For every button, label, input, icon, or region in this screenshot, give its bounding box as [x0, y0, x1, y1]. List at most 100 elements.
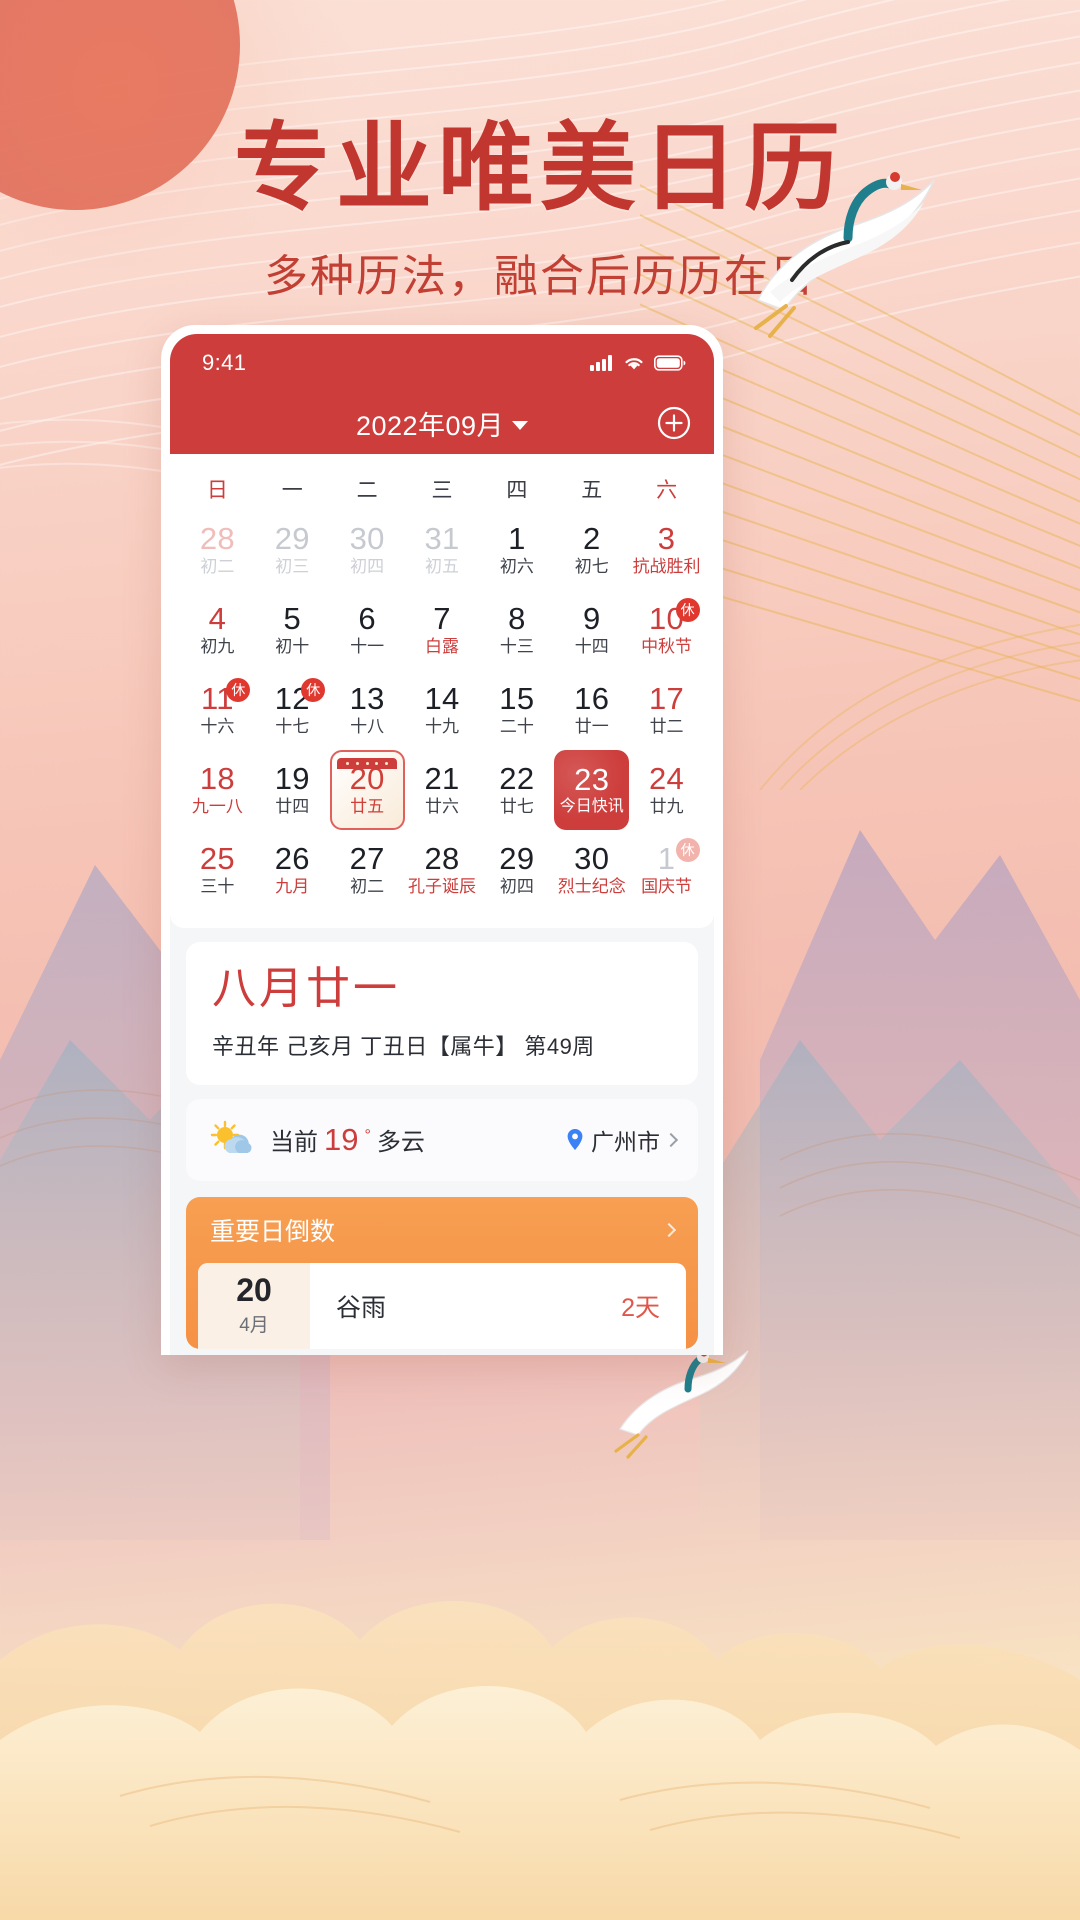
- calendar-day-cell[interactable]: 休 1 国庆节: [629, 830, 704, 910]
- calendar-day-cell[interactable]: 休 12 十七: [255, 670, 330, 750]
- wifi-icon: [625, 358, 643, 370]
- day-lunar-label: 廿七: [499, 796, 534, 816]
- lunar-date-title: 八月廿一: [212, 964, 400, 1013]
- day-lunar-label: 廿五: [350, 796, 385, 816]
- chevron-right-icon: [661, 1222, 677, 1237]
- calendar-day-cell[interactable]: 31 初五: [405, 510, 480, 590]
- calendar-day-cell[interactable]: 22 廿七: [479, 750, 554, 830]
- calendar-day-cell[interactable]: 5 初十: [255, 590, 330, 670]
- lunar-info-card[interactable]: 八月廿一 辛丑年 己亥月 丁丑日【属牛】 第49周: [186, 942, 698, 1085]
- calendar-day-cell[interactable]: 25 三十: [180, 830, 255, 910]
- rest-day-badge: 休: [675, 598, 700, 622]
- day-number: 27: [349, 841, 385, 877]
- weather-card[interactable]: 当前 19 ° 多云 广州市: [186, 1098, 698, 1181]
- month-selector[interactable]: 2022年09月: [356, 404, 529, 443]
- calendar-day-cell[interactable]: 14 十九: [405, 670, 480, 750]
- plus-circle-icon[interactable]: [656, 405, 692, 441]
- calendar-day-cell[interactable]: 3 抗战胜利: [629, 510, 704, 590]
- day-lunar-label: 孔子诞辰: [407, 876, 476, 896]
- weather-location[interactable]: 广州市: [565, 1123, 679, 1157]
- calendar-day-cell[interactable]: 7 白露: [405, 590, 480, 670]
- weather-temp: 19: [324, 1121, 359, 1157]
- calendar-day-cell[interactable]: 休 11 十六: [180, 670, 255, 750]
- calendar-day-cell[interactable]: 2 初七: [554, 510, 629, 590]
- calendar-day-cell[interactable]: 27 初二: [330, 830, 405, 910]
- day-lunar-label: 抗战胜利: [632, 556, 701, 576]
- day-lunar-label: 十六: [200, 716, 235, 736]
- day-number: 29: [274, 521, 310, 557]
- weather-degree: °: [364, 1126, 371, 1144]
- day-number: 16: [574, 681, 610, 717]
- calendar-day-cell[interactable]: 休 10 中秋节: [629, 590, 704, 670]
- calendar-day-cell[interactable]: 26 九月: [255, 830, 330, 910]
- day-number: 30: [574, 841, 610, 877]
- calendar-week-row: 休 11 十六休 12 十七 13 十八 14 十九 15 二十 16 廿一 17 廿二: [170, 670, 714, 750]
- day-number: 5: [283, 601, 302, 637]
- sun-cloud-icon: [210, 1120, 252, 1153]
- chevron-down-icon: [512, 420, 529, 430]
- day-lunar-label: 廿一: [574, 716, 609, 736]
- day-lunar-label: 烈士纪念: [557, 876, 626, 896]
- day-lunar-label: 白露: [424, 636, 459, 656]
- calendar-day-cell[interactable]: 18 九一八: [180, 750, 255, 830]
- calendar-day-cell[interactable]: 30 烈士纪念: [554, 830, 629, 910]
- day-lunar-label: 初五: [424, 556, 459, 576]
- day-number: 26: [274, 841, 310, 877]
- phone-screen: 9:41 2022年09月 日 一 二 三 四 五 六 28 初二 29 初三 …: [170, 334, 714, 1355]
- calendar-weeks: 28 初二 29 初三 30 初四 31 初五 1 初六 2 初七 3 抗战胜利 4 初九 5 初十 6 十一 7 白露 8…: [170, 510, 714, 910]
- countdown-card: 重要日倒数 20 4月 谷雨 2天: [186, 1196, 698, 1349]
- location-pin-icon: [567, 1128, 583, 1150]
- status-time: 9:41: [202, 350, 247, 375]
- calendar-day-cell[interactable]: 16 廿一: [554, 670, 629, 750]
- rest-day-badge: 休: [675, 838, 700, 862]
- calendar-day-cell[interactable]: 20 廿五: [329, 750, 405, 830]
- day-lunar-label: 十七: [275, 716, 310, 736]
- day-lunar-label: 廿九: [649, 796, 684, 816]
- day-number: 28: [424, 841, 460, 877]
- day-number: 3: [657, 521, 676, 557]
- calendar-day-cell[interactable]: 8 十三: [479, 590, 554, 670]
- calendar-day-cell[interactable]: 30 初四: [330, 510, 405, 590]
- day-number: 4: [208, 601, 227, 637]
- calendar-day-cell[interactable]: 21 廿六: [405, 750, 480, 830]
- chevron-right-icon: [663, 1132, 679, 1147]
- calendar-day-cell[interactable]: 15 二十: [479, 670, 554, 750]
- status-bar: 9:41: [170, 334, 714, 392]
- calendar-day-cell[interactable]: 29 初四: [479, 830, 554, 910]
- weekday-sat: 六: [656, 479, 678, 502]
- calendar-day-cell[interactable]: 13 十八: [330, 670, 405, 750]
- calendar-day-cell[interactable]: 19 廿四: [255, 750, 330, 830]
- calendar-week-row: 18 九一八 19 廿四 20 廿五 21 廿六 22 廿七 23 今日快讯 24 廿九: [170, 750, 714, 830]
- calendar-day-cell[interactable]: 23 今日快讯: [554, 750, 630, 830]
- calendar-day-cell[interactable]: 24 廿九: [629, 750, 704, 830]
- calendar-week-row: 25 三十 26 九月 27 初二 28 孔子诞辰 29 初四 30 烈士纪念休 1 国庆节: [170, 830, 714, 910]
- calendar-day-cell[interactable]: 29 初三: [255, 510, 330, 590]
- calendar-day-cell[interactable]: 9 十四: [554, 590, 629, 670]
- countdown-date-box: 20 4月: [198, 1262, 310, 1349]
- day-lunar-label: 初九: [200, 636, 235, 656]
- calendar-day-cell[interactable]: 6 十一: [330, 590, 405, 670]
- day-lunar-label: 十四: [574, 636, 609, 656]
- countdown-header[interactable]: 重要日倒数: [186, 1197, 698, 1263]
- day-lunar-label: 中秋节: [641, 636, 693, 656]
- countdown-item[interactable]: 20 4月 谷雨 2天: [198, 1262, 686, 1349]
- day-lunar-label: 廿二: [649, 716, 684, 736]
- calendar-day-cell[interactable]: 17 廿二: [629, 670, 704, 750]
- calendar-day-cell[interactable]: 28 孔子诞辰: [405, 830, 480, 910]
- day-number: 1: [657, 841, 676, 877]
- calendar-day-cell[interactable]: 4 初九: [180, 590, 255, 670]
- calendar-day-cell[interactable]: 1 初六: [479, 510, 554, 590]
- day-lunar-label: 初二: [350, 876, 385, 896]
- day-number: 22: [499, 761, 535, 797]
- day-lunar-label: 初六: [499, 556, 534, 576]
- calendar-week-row: 4 初九 5 初十 6 十一 7 白露 8 十三 9 十四休 10 中秋节: [170, 590, 714, 670]
- day-lunar-label: 九一八: [191, 796, 243, 816]
- day-lunar-label: 十三: [499, 636, 534, 656]
- day-number: 7: [433, 601, 451, 637]
- weekday-wed: 三: [431, 479, 453, 502]
- crane-icon-bottom: [614, 1349, 749, 1459]
- calendar-day-cell[interactable]: 28 初二: [180, 510, 255, 590]
- day-number: 29: [499, 841, 535, 877]
- weather-prefix: 当前: [270, 1128, 318, 1156]
- weather-text: 当前 19 ° 多云: [270, 1122, 425, 1158]
